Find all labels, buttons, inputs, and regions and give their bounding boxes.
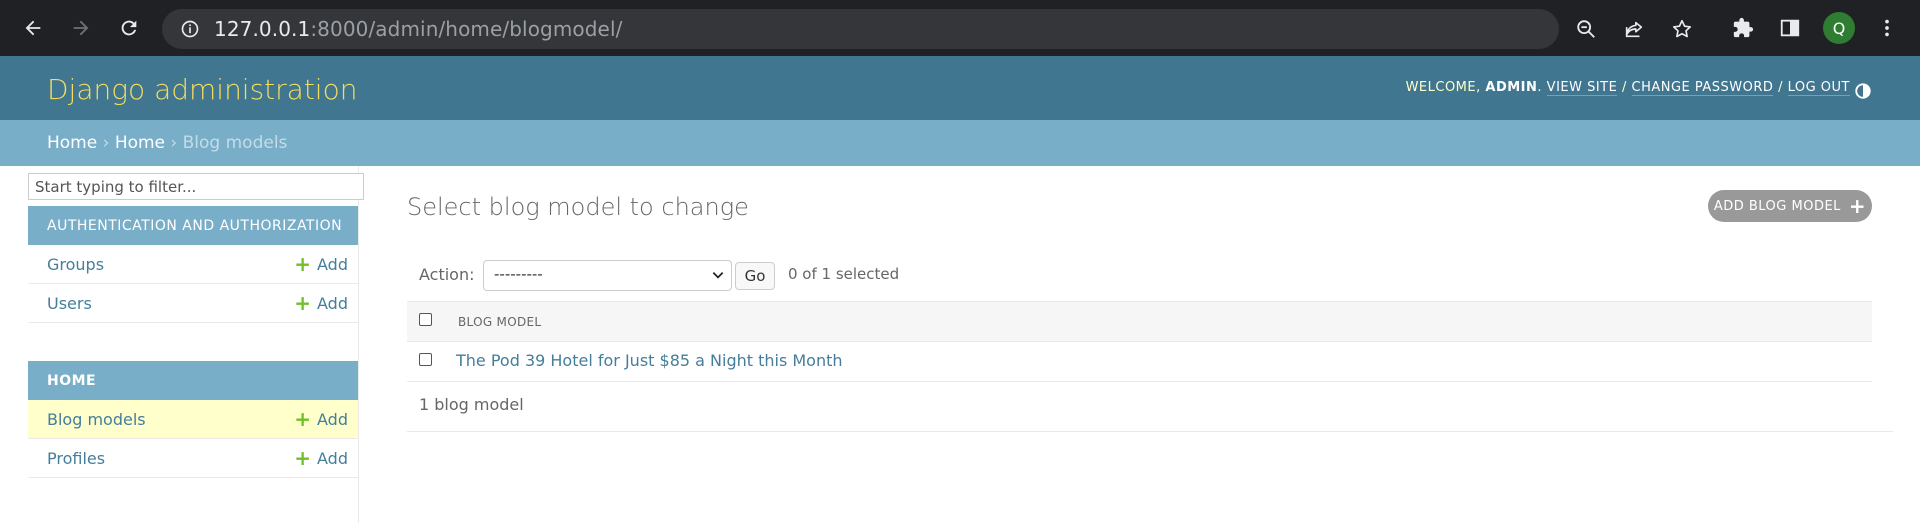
forward-arrow-icon	[73, 20, 89, 36]
table-row: The Pod 39 Hotel for Just $85 a Night th…	[407, 342, 1872, 382]
paginator: 1 blog model	[407, 380, 1893, 432]
browser-menu-button[interactable]	[1871, 12, 1903, 44]
avatar: Q	[1823, 12, 1855, 44]
plus-icon: +	[1848, 194, 1867, 218]
sidebar-item-blog-models: Blog models + Add	[28, 400, 358, 439]
results-table: Blog model The Pod 39 Hotel for Just $85…	[407, 301, 1872, 382]
breadcrumb-app[interactable]: Home	[115, 133, 165, 153]
address-bar[interactable]: 127.0.0.1:8000/admin/home/blogmodel/	[162, 9, 1692, 49]
module-caption-auth[interactable]: Authentication and Authorization	[28, 206, 358, 245]
row-checkbox[interactable]	[419, 353, 432, 366]
action-label: Action:	[419, 265, 475, 284]
page-title: Select blog model to change	[407, 193, 749, 221]
reload-icon	[121, 20, 137, 36]
model-link-groups[interactable]: Groups	[47, 255, 104, 274]
select-all-checkbox[interactable]	[419, 313, 432, 326]
back-button[interactable]	[17, 12, 49, 44]
go-button[interactable]: Go	[735, 262, 775, 290]
add-blog-models-link[interactable]: + Add	[294, 407, 348, 431]
plus-icon: +	[294, 291, 312, 315]
action-select[interactable]: ---------	[483, 260, 732, 291]
reload-button[interactable]	[113, 12, 145, 44]
breadcrumb-home[interactable]: Home	[47, 133, 97, 153]
admin-header: Django administration Welcome, admin. Vi…	[0, 56, 1920, 120]
side-panel-button[interactable]	[1774, 12, 1806, 44]
forward-button[interactable]	[65, 12, 97, 44]
back-arrow-icon	[25, 20, 41, 36]
sidebar-item-users: Users + Add	[28, 284, 358, 323]
breadcrumb: Home › Home › Blog models	[0, 120, 1920, 166]
add-groups-link[interactable]: + Add	[294, 252, 348, 276]
theme-toggle-icon[interactable]	[1854, 82, 1872, 100]
table-header: Blog model	[407, 301, 1872, 342]
url-text: 127.0.0.1:8000/admin/home/blogmodel/	[214, 17, 623, 41]
browser-toolbar: 127.0.0.1:8000/admin/home/blogmodel/ Q	[0, 0, 1920, 56]
plus-icon: +	[294, 252, 312, 276]
extensions-button[interactable]	[1727, 12, 1759, 44]
module-auth: Authentication and Authorization Groups …	[28, 206, 358, 323]
module-home: Home Blog models + Add Profiles + Add	[28, 361, 358, 478]
zoom-out-icon[interactable]	[1575, 18, 1597, 40]
add-profiles-link[interactable]: + Add	[294, 446, 348, 470]
model-link-users[interactable]: Users	[47, 294, 92, 313]
side-panel-icon	[1780, 19, 1800, 37]
add-users-link[interactable]: + Add	[294, 291, 348, 315]
breadcrumb-current: Blog models	[182, 133, 288, 153]
kebab-menu-icon	[1885, 19, 1889, 37]
user-tools: Welcome, admin. View site / Change passw…	[1405, 80, 1850, 96]
log-out-link[interactable]: Log out	[1787, 80, 1850, 96]
add-blog-model-button[interactable]: Add blog model +	[1708, 190, 1872, 222]
sidebar-item-profiles: Profiles + Add	[28, 439, 358, 478]
site-info-icon[interactable]	[180, 19, 200, 39]
bookmark-star-icon[interactable]	[1671, 18, 1693, 40]
share-icon[interactable]	[1623, 18, 1645, 40]
nav-filter-input[interactable]	[28, 173, 364, 200]
view-site-link[interactable]: View site	[1546, 80, 1618, 96]
sidebar-item-groups: Groups + Add	[28, 245, 358, 284]
model-link-blog-models[interactable]: Blog models	[47, 410, 146, 429]
plus-icon: +	[294, 407, 312, 431]
model-link-profiles[interactable]: Profiles	[47, 449, 105, 468]
row-link[interactable]: The Pod 39 Hotel for Just $85 a Night th…	[456, 351, 843, 370]
plus-icon: +	[294, 446, 312, 470]
profile-button[interactable]: Q	[1823, 12, 1855, 44]
chevron-down-icon	[712, 272, 724, 279]
module-caption-home[interactable]: Home	[28, 361, 358, 400]
change-password-link[interactable]: Change password	[1631, 80, 1774, 96]
nav-sidebar: Authentication and Authorization Groups …	[0, 166, 364, 523]
username: admin	[1485, 80, 1538, 95]
result-count: 1 blog model	[419, 395, 524, 414]
welcome-text: Welcome,	[1405, 80, 1481, 95]
site-name[interactable]: Django administration	[47, 73, 357, 106]
column-header-blog-model[interactable]: Blog model	[458, 315, 541, 329]
puzzle-icon	[1733, 17, 1754, 38]
selection-counter: 0 of 1 selected	[788, 265, 900, 283]
